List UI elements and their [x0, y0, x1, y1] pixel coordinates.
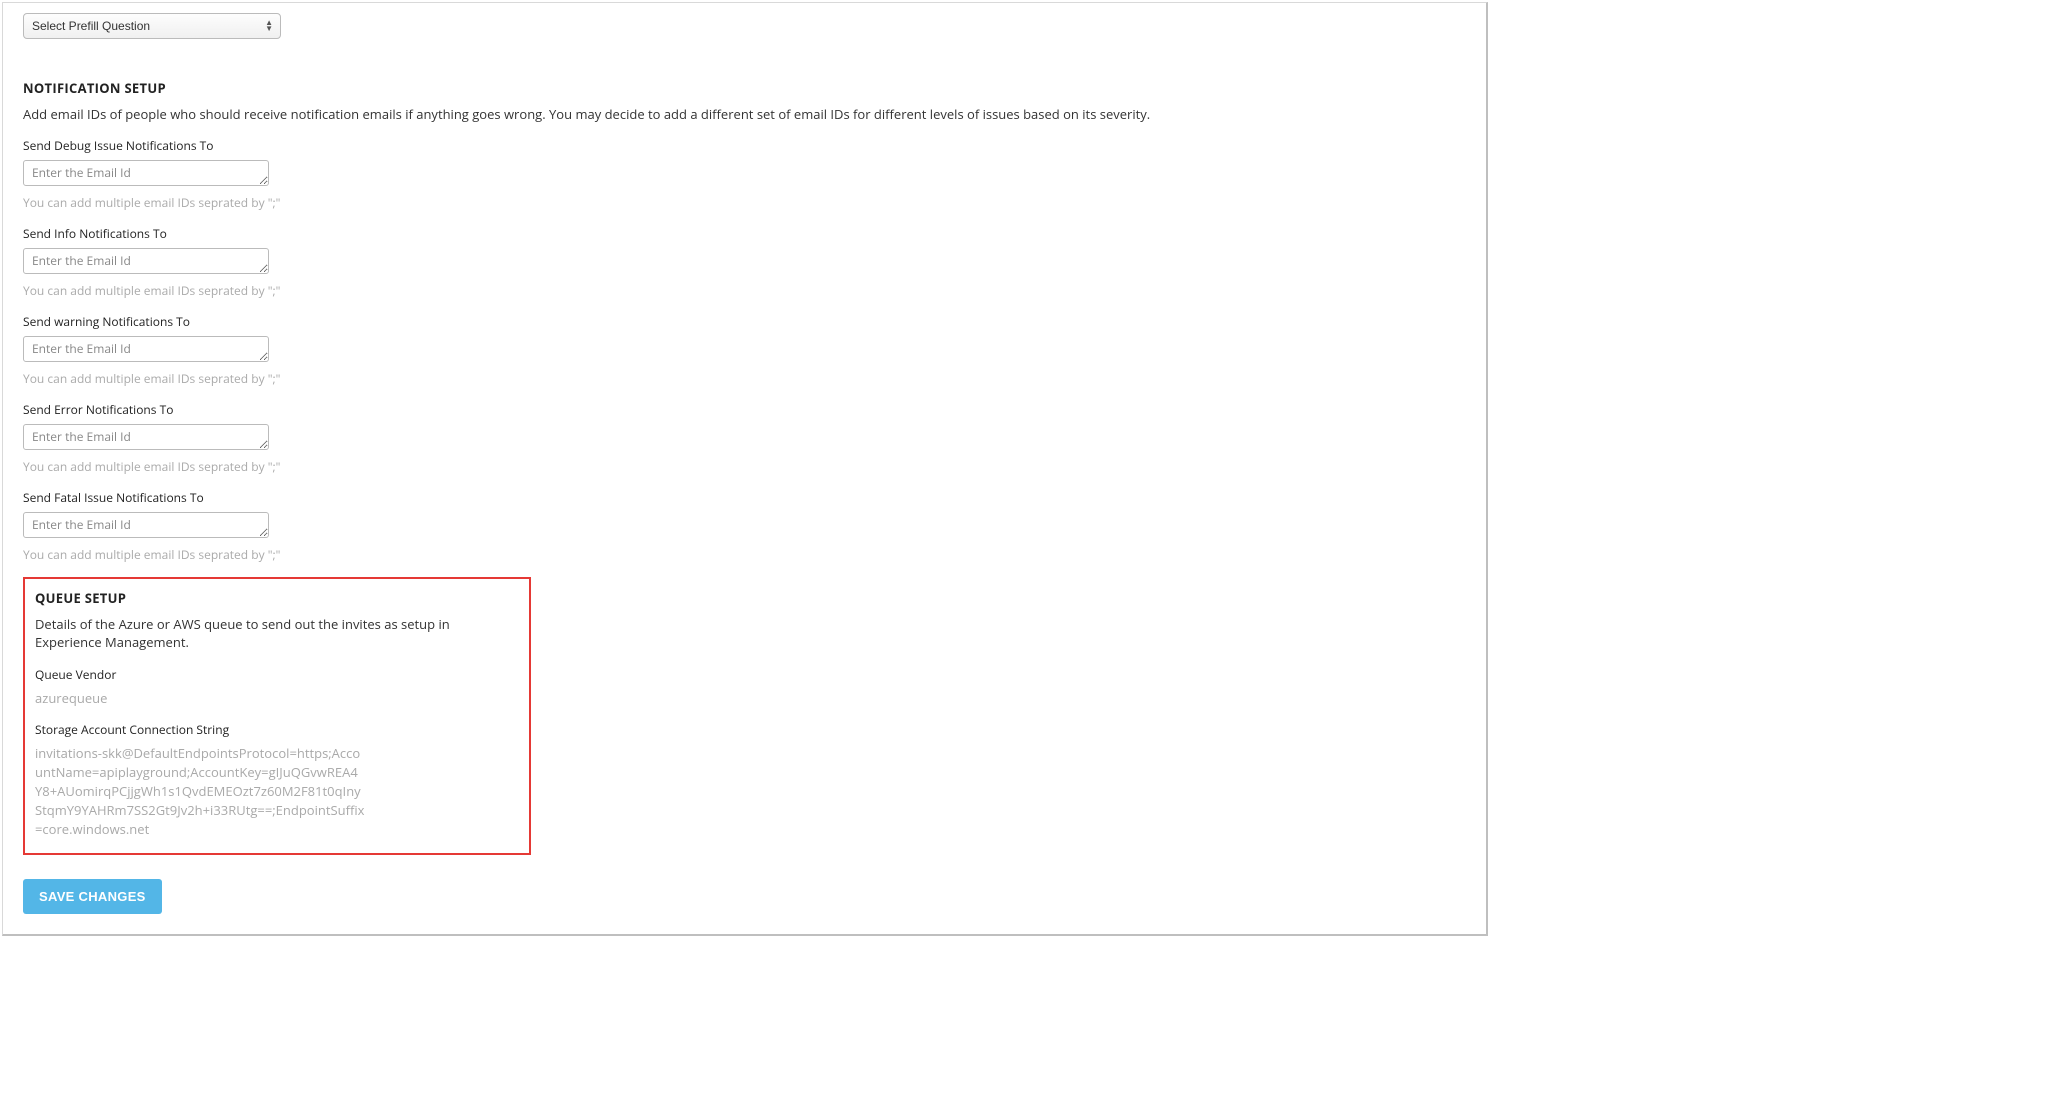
- fatal-notification-group: Send Fatal Issue Notifications To You ca…: [23, 489, 1466, 563]
- warning-notification-help: You can add multiple email IDs seprated …: [23, 370, 1466, 387]
- storage-conn-label: Storage Account Connection String: [35, 721, 519, 738]
- debug-notification-input[interactable]: [23, 160, 269, 186]
- debug-notification-help: You can add multiple email IDs seprated …: [23, 194, 1466, 211]
- queue-setup-heading: QUEUE SETUP: [35, 589, 519, 607]
- fatal-notification-help: You can add multiple email IDs seprated …: [23, 546, 1466, 563]
- info-notification-group: Send Info Notifications To You can add m…: [23, 225, 1466, 299]
- warning-notification-label: Send warning Notifications To: [23, 313, 1466, 330]
- warning-notification-group: Send warning Notifications To You can ad…: [23, 313, 1466, 387]
- queue-setup-highlight: QUEUE SETUP Details of the Azure or AWS …: [23, 577, 531, 854]
- info-notification-input[interactable]: [23, 248, 269, 274]
- save-changes-button[interactable]: SAVE CHANGES: [23, 879, 162, 914]
- debug-notification-label: Send Debug Issue Notifications To: [23, 137, 1466, 154]
- notification-setup-heading: NOTIFICATION SETUP: [23, 79, 1466, 97]
- settings-panel: Select Prefill Question ▲▼ NOTIFICATION …: [2, 2, 1488, 936]
- error-notification-label: Send Error Notifications To: [23, 401, 1466, 418]
- prefill-question-select-wrap: Select Prefill Question ▲▼: [23, 13, 281, 39]
- notification-setup-description: Add email IDs of people who should recei…: [23, 105, 1466, 123]
- warning-notification-input[interactable]: [23, 336, 269, 362]
- info-notification-help: You can add multiple email IDs seprated …: [23, 282, 1466, 299]
- error-notification-help: You can add multiple email IDs seprated …: [23, 458, 1466, 475]
- error-notification-input[interactable]: [23, 424, 269, 450]
- error-notification-group: Send Error Notifications To You can add …: [23, 401, 1466, 475]
- storage-conn-value: invitations-skk@DefaultEndpointsProtocol…: [35, 744, 365, 838]
- debug-notification-group: Send Debug Issue Notifications To You ca…: [23, 137, 1466, 211]
- fatal-notification-input[interactable]: [23, 512, 269, 538]
- queue-setup-description: Details of the Azure or AWS queue to sen…: [35, 615, 519, 651]
- queue-vendor-value: azurequeue: [35, 689, 365, 708]
- queue-vendor-label: Queue Vendor: [35, 666, 519, 683]
- info-notification-label: Send Info Notifications To: [23, 225, 1466, 242]
- prefill-question-select[interactable]: Select Prefill Question: [23, 13, 281, 39]
- fatal-notification-label: Send Fatal Issue Notifications To: [23, 489, 1466, 506]
